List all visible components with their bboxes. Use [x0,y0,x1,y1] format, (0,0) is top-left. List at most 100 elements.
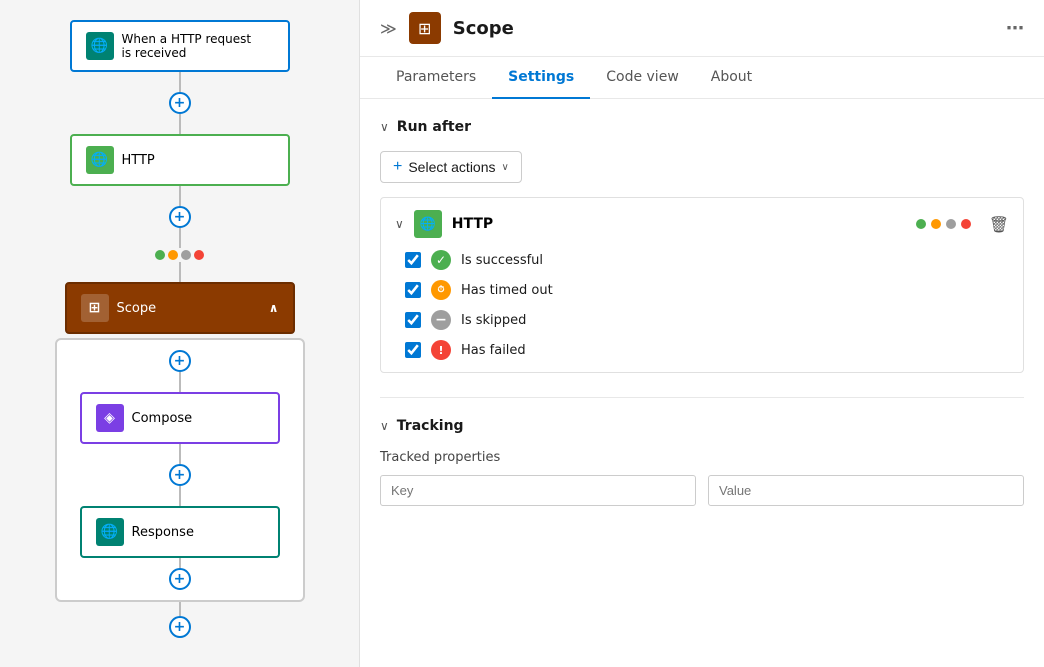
tracking-section: ∨ Tracking Tracked properties [380,418,1024,506]
compose-box[interactable]: ◈ Compose [80,392,280,444]
panel-more-btn[interactable]: ⋯ [1006,18,1024,39]
line-scope-2 [179,444,181,464]
status-dot-red [194,250,204,260]
select-actions-plus: + [393,158,402,176]
panel-content: ∨ Run after + Select actions ∨ ∨ 🌐 HTTP [360,99,1044,667]
tracked-key-input[interactable] [380,475,696,506]
add-btn-bottom[interactable]: + [169,616,191,638]
condition-list: ✓ Is successful ⏱ Has timed out − Is ski… [395,250,1009,360]
scope-icon: ⊞ [81,294,109,322]
panel-scope-icon: ⊞ [409,12,441,44]
label-is-successful: Is successful [461,253,543,268]
line-1 [179,72,181,92]
connector-bottom: + [169,602,191,638]
action-delete-btn[interactable]: 🗑 [989,215,1009,234]
compose-label: Compose [132,411,193,426]
scope-collapse-btn[interactable]: ∧ [269,301,279,315]
http-trigger-label: When a HTTP requestis received [122,32,252,60]
action-chevron[interactable]: ∨ [395,217,404,231]
add-btn-1[interactable]: + [169,92,191,114]
add-btn-2[interactable]: + [169,206,191,228]
tracked-inputs-row [380,475,1024,506]
tabs-bar: Parameters Settings Code view About [360,57,1044,99]
condition-has-failed: ! Has failed [405,340,1009,360]
tab-settings[interactable]: Settings [492,57,590,99]
checkbox-has-failed[interactable] [405,342,421,358]
run-after-header[interactable]: ∨ Run after [380,119,1024,135]
icon-failed: ! [431,340,451,360]
action-name: HTTP [452,216,493,232]
http-action-label: HTTP [122,153,155,168]
tab-parameters[interactable]: Parameters [380,57,492,99]
panel-header: ≫ ⊞ Scope ⋯ [360,0,1044,57]
icon-timeout: ⏱ [431,280,451,300]
action-icon: 🌐 [414,210,442,238]
tracking-header[interactable]: ∨ Tracking [380,418,1024,434]
checkbox-has-timed-out[interactable] [405,282,421,298]
checkbox-is-successful[interactable] [405,252,421,268]
response-box[interactable]: 🌐 Response [80,506,280,558]
label-has-failed: Has failed [461,343,526,358]
scope-label: Scope [117,301,157,316]
status-dot-orange [168,250,178,260]
compose-icon: ◈ [96,404,124,432]
line-2 [179,114,181,134]
action-dot-gray [946,219,956,229]
status-dot-green [155,250,165,260]
action-dot-red [961,219,971,229]
response-icon: 🌐 [96,518,124,546]
icon-success: ✓ [431,250,451,270]
action-dot-green [916,219,926,229]
line-3 [179,186,181,206]
action-block: ∨ 🌐 HTTP 🗑 ✓ [380,197,1024,373]
run-after-title: Run after [397,119,471,135]
condition-is-skipped: − Is skipped [405,310,1009,330]
http-action-box[interactable]: 🌐 HTTP [70,134,290,186]
line-4 [179,228,181,248]
select-actions-label: Select actions [408,159,495,175]
line-scope-1 [179,372,181,392]
right-panel: ≫ ⊞ Scope ⋯ Parameters Settings Code vie… [360,0,1044,667]
action-header: ∨ 🌐 HTTP 🗑 [395,210,1009,238]
select-actions-btn[interactable]: + Select actions ∨ [380,151,522,183]
line-bottom [179,602,181,616]
line-scope-4 [179,558,181,568]
scope-wrapper: + ◈ Compose + 🌐 Response [55,338,305,602]
section-divider [380,397,1024,398]
connector-scope-2: + [169,444,191,506]
scope-box[interactable]: ⊞ Scope ∧ [65,282,295,334]
condition-has-timed-out: ⏱ Has timed out [405,280,1009,300]
flow-container: 🌐 When a HTTP requestis received + 🌐 HTT… [55,20,305,638]
tracked-props-label: Tracked properties [380,450,1024,465]
condition-is-successful: ✓ Is successful [405,250,1009,270]
action-status-dots [916,219,971,229]
tab-code-view[interactable]: Code view [590,57,695,99]
scope-node: ⊞ Scope ∧ + ◈ Compose + [55,282,305,602]
tracking-title: Tracking [397,418,464,434]
line-5 [179,262,181,282]
add-btn-scope-3[interactable]: + [169,568,191,590]
response-label: Response [132,525,194,540]
label-is-skipped: Is skipped [461,313,526,328]
connector-scope-3: + [169,558,191,590]
tab-about[interactable]: About [695,57,768,99]
http-trigger-node: 🌐 When a HTTP requestis received [70,20,290,72]
checkbox-is-skipped[interactable] [405,312,421,328]
add-btn-scope-1[interactable]: + [169,350,191,372]
http-trigger-icon: 🌐 [86,32,114,60]
connector-2: + [155,186,204,282]
line-scope-3 [179,486,181,506]
add-btn-scope-2[interactable]: + [169,464,191,486]
run-after-section: ∨ Run after + Select actions ∨ ∨ 🌐 HTTP [380,119,1024,373]
panel-title: Scope [453,18,514,39]
http-action-icon: 🌐 [86,146,114,174]
connector-scope-1: + [169,350,191,392]
connector-1: + [169,72,191,134]
panel-collapse-btn[interactable]: ≫ [380,19,397,38]
tracked-value-input[interactable] [708,475,1024,506]
icon-skipped: − [431,310,451,330]
run-after-chevron: ∨ [380,120,389,134]
label-has-timed-out: Has timed out [461,283,553,298]
action-dot-orange [931,219,941,229]
http-trigger-box[interactable]: 🌐 When a HTTP requestis received [70,20,290,72]
